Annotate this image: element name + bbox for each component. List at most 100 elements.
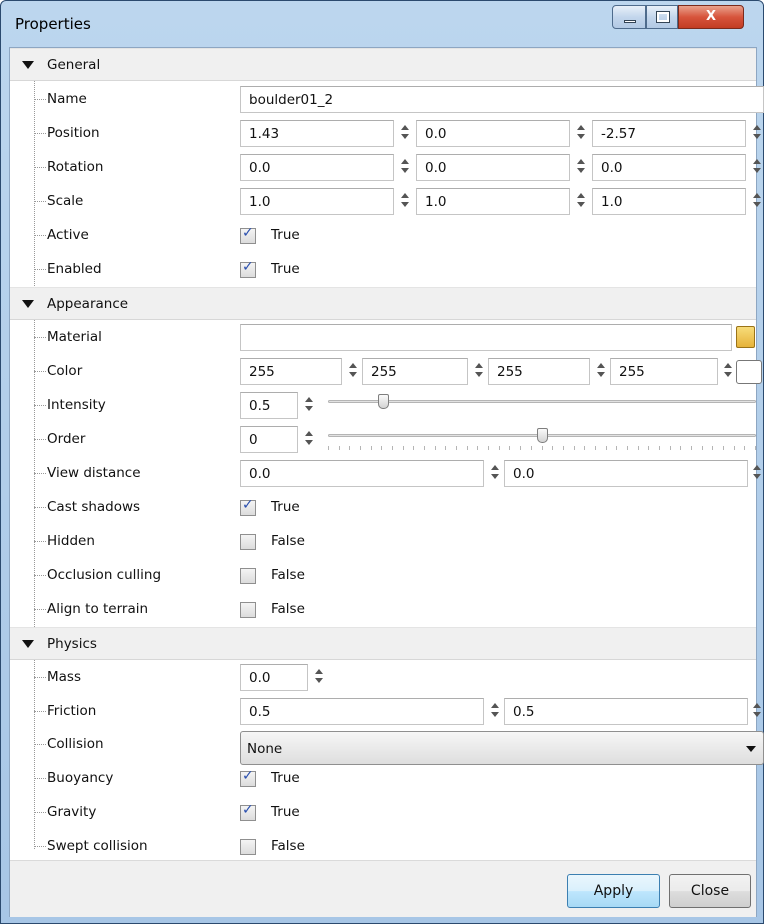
view-distance-min-input[interactable]: 0.0 [240,460,484,487]
window-close-button[interactable]: X [678,5,744,29]
spin-arrows-icon[interactable] [574,121,588,146]
intensity-input[interactable]: 0.5 [240,392,298,419]
position-y-input[interactable]: 0.0 [416,120,570,147]
hidden-checkbox[interactable] [240,534,256,550]
spin-arrows-icon[interactable] [398,189,412,214]
spin-arrows-icon[interactable] [488,461,502,486]
swept-collision-checkbox[interactable] [240,839,256,855]
property-row-gravity: Gravity ✓ True [10,796,756,830]
field-value: 255 [371,364,397,380]
minimize-button[interactable] [612,5,646,29]
spin-arrows-icon[interactable] [472,359,486,384]
property-row-align-to-terrain: Align to terrain False [10,593,756,627]
spin-arrows-icon[interactable] [750,699,764,724]
color-r-input[interactable]: 255 [240,358,342,385]
active-checkbox[interactable]: ✓ [240,225,256,244]
position-x-input[interactable]: 1.43 [240,120,394,147]
field-value: 1.0 [425,194,447,210]
slider-tick [659,446,660,450]
spin-arrows-icon[interactable] [398,155,412,180]
occlusion-culling-checkbox[interactable] [240,568,256,584]
field-value: 0.0 [425,126,447,142]
section-general[interactable]: General [10,48,756,81]
section-appearance[interactable]: Appearance [10,287,756,320]
rotation-x-input[interactable]: 0.0 [240,154,394,181]
spin-arrows-icon[interactable] [750,121,764,146]
spin-arrows-icon[interactable] [346,359,360,384]
property-label: Material [47,329,102,345]
rotation-y-input[interactable]: 0.0 [416,154,570,181]
section-physics[interactable]: Physics [10,627,756,660]
slider-tick [552,446,553,450]
maximize-button[interactable] [646,5,678,29]
apply-button[interactable]: Apply [567,874,660,908]
mass-input[interactable]: 0.0 [240,664,308,691]
tree-branch [34,371,46,372]
friction-static-input[interactable]: 0.5 [240,698,484,725]
name-input[interactable]: boulder01_2 [240,86,764,113]
spin-arrows-icon[interactable] [750,461,764,486]
slider-tick [712,446,713,450]
slider-thumb[interactable] [537,428,548,443]
slider-tick [456,446,457,450]
spin-arrows-icon[interactable] [574,189,588,214]
spin-arrows-icon[interactable] [302,427,316,452]
slider-tick [520,446,521,450]
collision-dropdown[interactable]: None [240,731,764,765]
folder-icon[interactable] [736,326,755,348]
scale-z-input[interactable]: 1.0 [592,188,746,215]
property-row-cast-shadows: Cast shadows ✓ True [10,491,756,525]
view-distance-max-input[interactable]: 0.0 [504,460,748,487]
field-value: 0.0 [249,670,271,686]
scale-x-input[interactable]: 1.0 [240,188,394,215]
spin-arrows-icon[interactable] [302,393,316,418]
rotation-z-input[interactable]: 0.0 [592,154,746,181]
property-row-material: Material [10,321,756,355]
spin-arrows-icon[interactable] [594,359,608,384]
buoyancy-checkbox[interactable]: ✓ [240,768,256,787]
position-z-input[interactable]: -2.57 [592,120,746,147]
tree-branch [34,778,46,779]
tree-branch [34,337,46,338]
order-input[interactable]: 0 [240,426,298,453]
color-b-input[interactable]: 255 [488,358,590,385]
spin-arrows-icon[interactable] [488,699,502,724]
friction-dynamic-input[interactable]: 0.5 [504,698,748,725]
property-label: Active [47,227,89,243]
slider-tick [477,446,478,450]
spin-arrows-icon[interactable] [574,155,588,180]
order-slider[interactable] [328,426,756,453]
slider-tick [542,446,543,450]
slider-tick [413,446,414,450]
slider-thumb[interactable] [378,394,389,409]
title-bar[interactable]: Properties X [1,1,763,47]
property-label: Friction [47,703,97,719]
align-to-terrain-checkbox[interactable] [240,602,256,618]
spin-arrows-icon[interactable] [721,359,735,384]
property-row-active: Active ✓ True [10,219,756,253]
tree-branch [34,133,46,134]
spin-arrows-icon[interactable] [312,665,326,690]
intensity-slider[interactable] [328,392,756,419]
tree-branch [34,609,46,610]
close-button[interactable]: Close [669,874,751,908]
slider-tick [499,446,500,450]
color-swatch[interactable] [736,360,762,384]
dialog-footer: Apply Close [10,860,756,917]
field-value: 0.5 [249,398,271,414]
enabled-checkbox[interactable]: ✓ [240,259,256,278]
field-value: 0.5 [513,704,535,720]
material-input[interactable] [240,324,732,351]
field-value: 0.0 [601,160,623,176]
scale-y-input[interactable]: 1.0 [416,188,570,215]
color-a-input[interactable]: 255 [610,358,718,385]
slider-tick [702,446,703,450]
cast-shadows-checkbox[interactable]: ✓ [240,497,256,516]
spin-arrows-icon[interactable] [750,155,764,180]
spin-arrows-icon[interactable] [750,189,764,214]
slider-tick [371,446,372,450]
spin-arrows-icon[interactable] [398,121,412,146]
gravity-checkbox[interactable]: ✓ [240,802,256,821]
property-row-swept-collision: Swept collision False [10,830,756,864]
color-g-input[interactable]: 255 [362,358,468,385]
